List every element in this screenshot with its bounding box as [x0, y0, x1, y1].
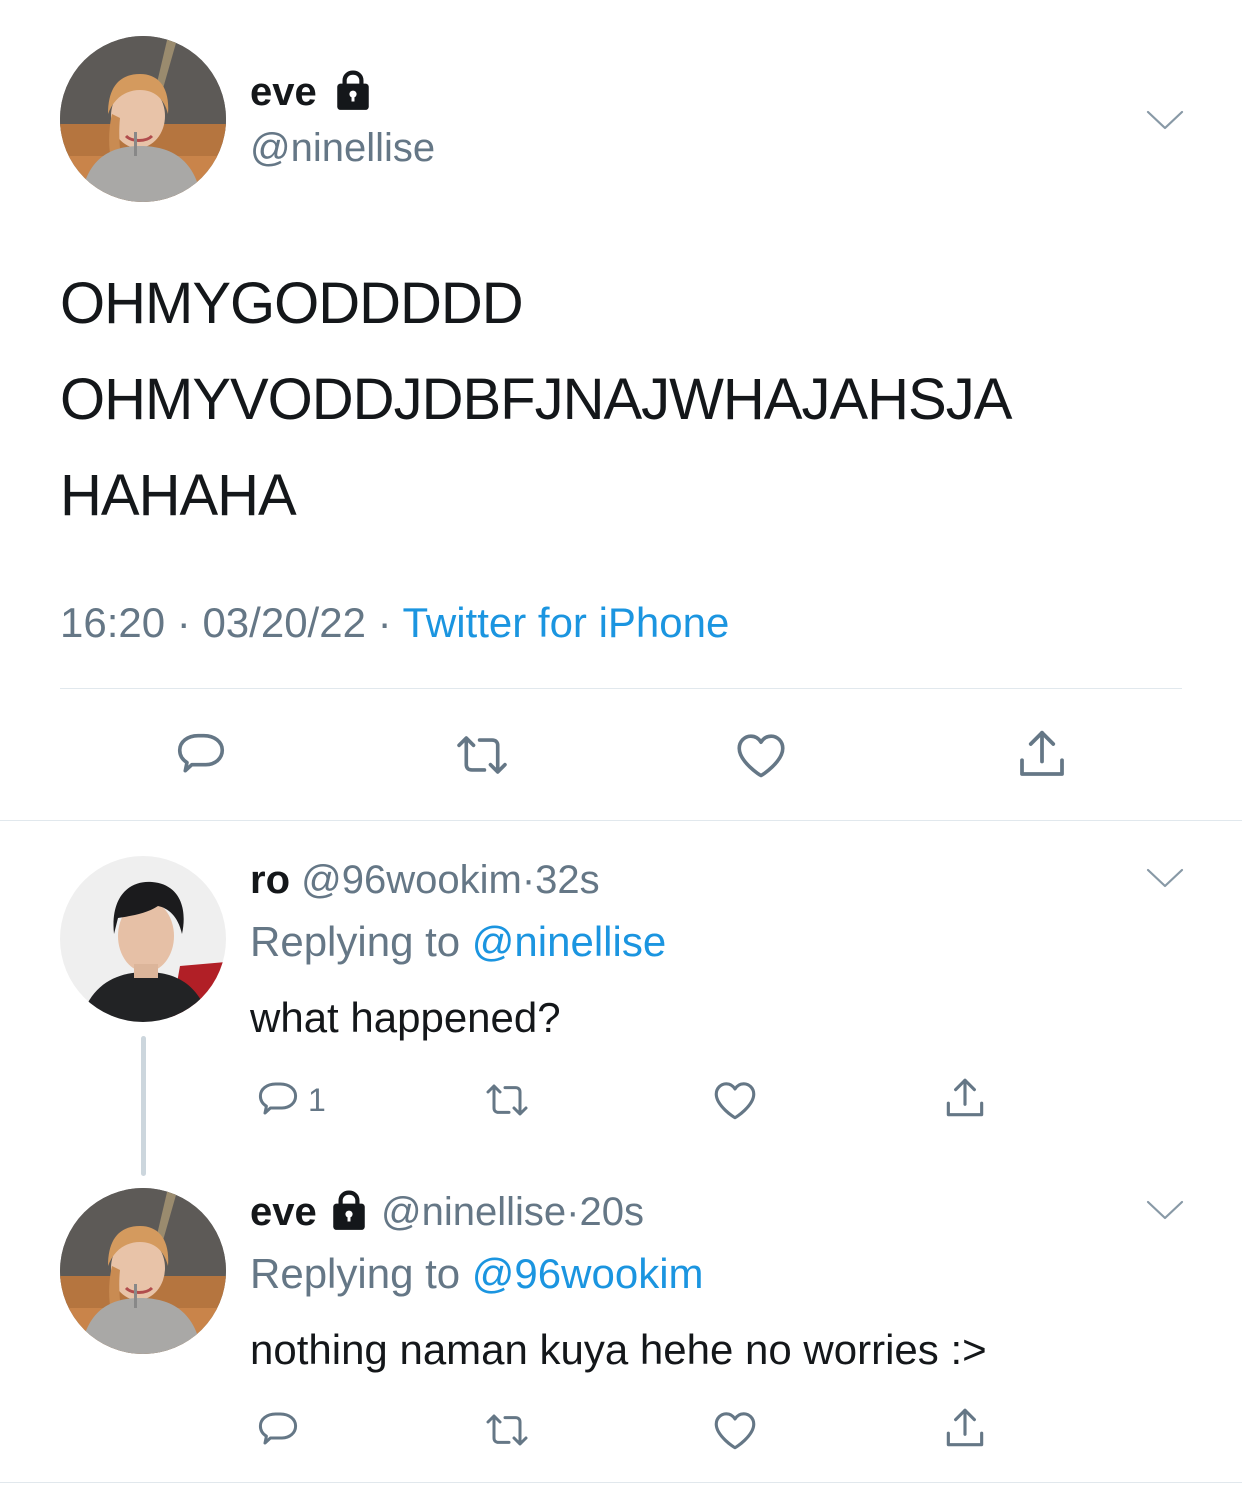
- tweet-text-line: OHMYVODDJDBFJNAJWHAJAHSJA: [60, 367, 1012, 432]
- tweet-menu-button[interactable]: [1146, 866, 1184, 890]
- thread-line: [141, 1036, 146, 1176]
- share-button[interactable]: [940, 1072, 990, 1124]
- author-display-name[interactable]: eve: [250, 70, 317, 114]
- tweet-text-line: HAHAHA: [60, 463, 297, 528]
- speech-bubble-icon: [254, 1076, 302, 1124]
- reply-text: nothing naman kuya hehe no worries :>: [250, 1326, 987, 1373]
- tweet-source-link[interactable]: Twitter for iPhone: [403, 599, 730, 646]
- share-icon: [1012, 724, 1072, 784]
- reply-display-name[interactable]: ro: [250, 858, 290, 902]
- retweet-icon: [480, 1076, 534, 1124]
- author-handle[interactable]: @ninellise: [250, 124, 435, 172]
- replying-to-mention[interactable]: @96wookim: [472, 1250, 704, 1297]
- retweet-icon: [480, 1406, 534, 1454]
- chevron-down-icon: [1146, 1198, 1184, 1222]
- like-button[interactable]: [710, 1074, 760, 1126]
- reply-display-name[interactable]: eve: [250, 1190, 317, 1234]
- divider: [0, 1482, 1242, 1483]
- like-button[interactable]: [710, 1404, 760, 1456]
- chevron-down-icon: [1146, 866, 1184, 890]
- reply-header: eve @ninellise·20s: [250, 1188, 644, 1236]
- share-icon: [940, 1072, 990, 1124]
- share-button[interactable]: [1012, 724, 1072, 784]
- reply-handle[interactable]: @ninellise: [381, 1190, 566, 1234]
- retweet-button[interactable]: [480, 1076, 534, 1124]
- heart-icon: [732, 724, 790, 786]
- lock-icon: [332, 70, 374, 112]
- heart-icon: [710, 1404, 760, 1456]
- avatar-image: [60, 36, 226, 202]
- reply-button[interactable]: [254, 1406, 302, 1454]
- avatar-image: [60, 856, 226, 1022]
- share-icon: [940, 1402, 990, 1454]
- divider: [60, 688, 1182, 689]
- like-button[interactable]: [732, 724, 790, 786]
- tweet-time: 16:20: [60, 599, 166, 646]
- reply-header: ro @96wookim·32s: [250, 856, 600, 904]
- replying-to-label: Replying to: [250, 1250, 461, 1297]
- retweet-button[interactable]: [450, 726, 514, 784]
- reply-age: 20s: [579, 1190, 644, 1234]
- tweet-text: OHMYGODDDDD OHMYVODDJDBFJNAJWHAJAHSJA HA…: [60, 256, 1012, 544]
- reply-age: 32s: [535, 858, 600, 902]
- tweet-meta: 16:20 · 03/20/22 · Twitter for iPhone: [60, 598, 729, 648]
- reply-button[interactable]: 1: [254, 1076, 326, 1124]
- divider: [0, 820, 1242, 821]
- tweet-text-line: OHMYGODDDDD: [60, 271, 524, 336]
- meta-separator: ·: [566, 1190, 580, 1234]
- lock-icon: [328, 1190, 370, 1232]
- meta-separator: ·: [377, 599, 392, 646]
- replying-to-label: Replying to: [250, 918, 461, 965]
- speech-bubble-icon: [172, 726, 230, 784]
- replying-to-line: Replying to @96wookim: [250, 1250, 704, 1298]
- tweet-date: 03/20/22: [202, 599, 366, 646]
- heart-icon: [710, 1074, 760, 1126]
- author-name-row: eve: [250, 68, 374, 116]
- reply-count: 1: [308, 1081, 326, 1118]
- chevron-down-icon: [1146, 108, 1184, 132]
- retweet-button[interactable]: [480, 1406, 534, 1454]
- reply-button[interactable]: [172, 726, 230, 784]
- avatar-ro[interactable]: [60, 856, 226, 1022]
- avatar-eve[interactable]: [60, 36, 226, 202]
- tweet-menu-button[interactable]: [1146, 108, 1184, 132]
- tweet-menu-button[interactable]: [1146, 1198, 1184, 1222]
- reply-text: what happened?: [250, 994, 561, 1041]
- meta-separator: ·: [521, 858, 536, 902]
- retweet-icon: [450, 726, 514, 784]
- meta-separator: ·: [176, 599, 191, 646]
- replying-to-mention[interactable]: @ninellise: [472, 918, 666, 965]
- replying-to-line: Replying to @ninellise: [250, 918, 666, 966]
- avatar-image: [60, 1188, 226, 1354]
- avatar-eve[interactable]: [60, 1188, 226, 1354]
- reply-handle[interactable]: @96wookim: [301, 858, 522, 902]
- share-button[interactable]: [940, 1402, 990, 1454]
- speech-bubble-icon: [254, 1406, 302, 1454]
